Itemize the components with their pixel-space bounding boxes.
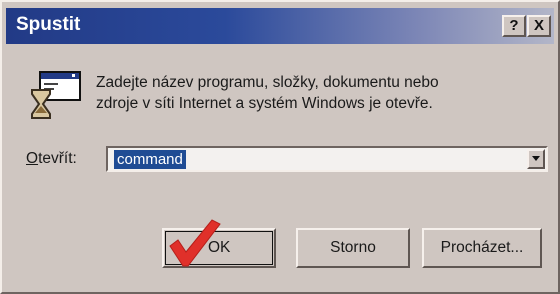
instruction-line-1: Zadejte název programu, složky, dokument…: [96, 74, 439, 91]
open-input-value[interactable]: command: [114, 150, 186, 169]
close-button[interactable]: X: [527, 15, 551, 37]
run-program-icon: [31, 71, 81, 119]
run-dialog: Spustit ? X Zadejte název programu, slož…: [0, 0, 560, 294]
browse-button[interactable]: Procházet...: [422, 228, 542, 268]
open-label-accelerator: O: [26, 150, 39, 167]
checkmark-icon: [169, 219, 221, 267]
open-label: Otevřít:: [26, 150, 77, 168]
window-title: Spustit: [16, 14, 81, 35]
help-button[interactable]: ?: [502, 15, 526, 37]
instruction-text: Zadejte název programu, složky, dokument…: [96, 72, 536, 114]
open-label-text: tevřít:: [38, 150, 77, 167]
instruction-line-2: zdroje v síti Internet a systém Windows …: [96, 95, 433, 112]
chevron-down-icon[interactable]: [527, 149, 545, 169]
cancel-button[interactable]: Storno: [296, 228, 410, 268]
open-combobox[interactable]: command: [106, 146, 548, 172]
title-bar[interactable]: Spustit ? X: [6, 8, 554, 44]
